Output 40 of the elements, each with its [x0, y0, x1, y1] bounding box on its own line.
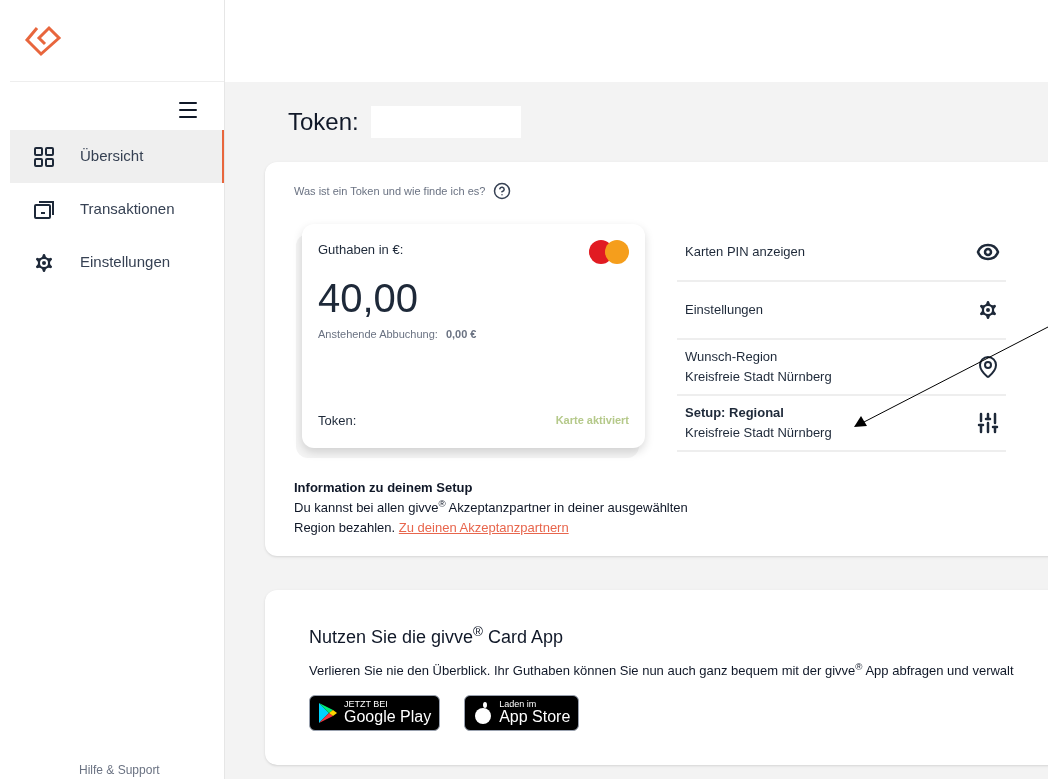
- card-brand-icon: [589, 240, 629, 264]
- grid-icon: [32, 144, 56, 169]
- pending-value: 0,00 €: [445, 327, 477, 342]
- action-row[interactable]: Setup: Regional Kreisfreie Stadt Nürnberg: [677, 396, 1006, 452]
- store-badge[interactable]: JETZT BEI Google Play: [309, 694, 441, 731]
- sliders-icon: [976, 411, 1000, 435]
- play-icon: [318, 701, 338, 724]
- info-title: Information zu deinem Setup: [294, 479, 474, 497]
- map-pin-icon: [976, 355, 1000, 379]
- badge-store-name: App Store: [499, 709, 571, 725]
- app-title: Nutzen Sie die givve$^{®}$ Card App: [309, 624, 565, 649]
- help-text: Was ist ein Token und wie finde ich es?: [294, 183, 486, 199]
- sidebar-item[interactable]: Transaktionen: [10, 183, 224, 236]
- logo-icon: [24, 23, 62, 58]
- action-subtitle: Kreisfreie Stadt Nürnberg: [685, 424, 832, 442]
- app-text: Verlieren Sie nie den Überblick. Ihr Guthaben können Sie nun auch ganz bequem mit der givve$^{®}$ App abfragen und verwalt: [309, 661, 1015, 680]
- apple-icon: [473, 701, 494, 724]
- sidebar-item[interactable]: Einstellungen: [10, 236, 224, 289]
- balance-amount: 40,00: [318, 275, 420, 322]
- status-text: Karte aktiviert: [555, 413, 629, 428]
- action-title: Setup: Regional: [685, 404, 785, 422]
- token-label: Token:: [318, 411, 357, 430]
- pending-label: Anstehende Abbuchung:: [318, 327, 438, 342]
- action-title: Karten PIN anzeigen: [685, 243, 805, 261]
- action-row[interactable]: Einstellungen: [677, 282, 1006, 340]
- help-icon[interactable]: [493, 182, 512, 200]
- badge-small-text: JETZT BEI: [344, 700, 389, 709]
- page-title: Token:: [288, 107, 359, 137]
- badge-store-name: Google Play: [344, 709, 432, 725]
- badge-small-text: Laden im: [499, 700, 538, 709]
- store-badge[interactable]: Laden im App Store: [464, 694, 580, 731]
- action-row[interactable]: Wunsch-Region Kreisfreie Stadt Nürnberg: [677, 340, 1006, 396]
- help-link[interactable]: Hilfe & Support: [10, 763, 224, 779]
- balance-label: Guthaben in €:: [318, 241, 404, 259]
- action-title: Einstellungen: [685, 301, 764, 319]
- action-title: Wunsch-Region: [685, 348, 779, 366]
- action-row[interactable]: Karten PIN anzeigen: [677, 224, 1006, 282]
- sidebar-item[interactable]: Übersicht: [10, 130, 224, 183]
- info-text: Du kannst bei allen givve$^{®}$ Akzeptanzpartner in deiner ausgewählten Region bezahlen. Zu deinen Akzeptanzpartnern: [294, 498, 689, 537]
- action-subtitle: Kreisfreie Stadt Nürnberg: [685, 368, 832, 386]
